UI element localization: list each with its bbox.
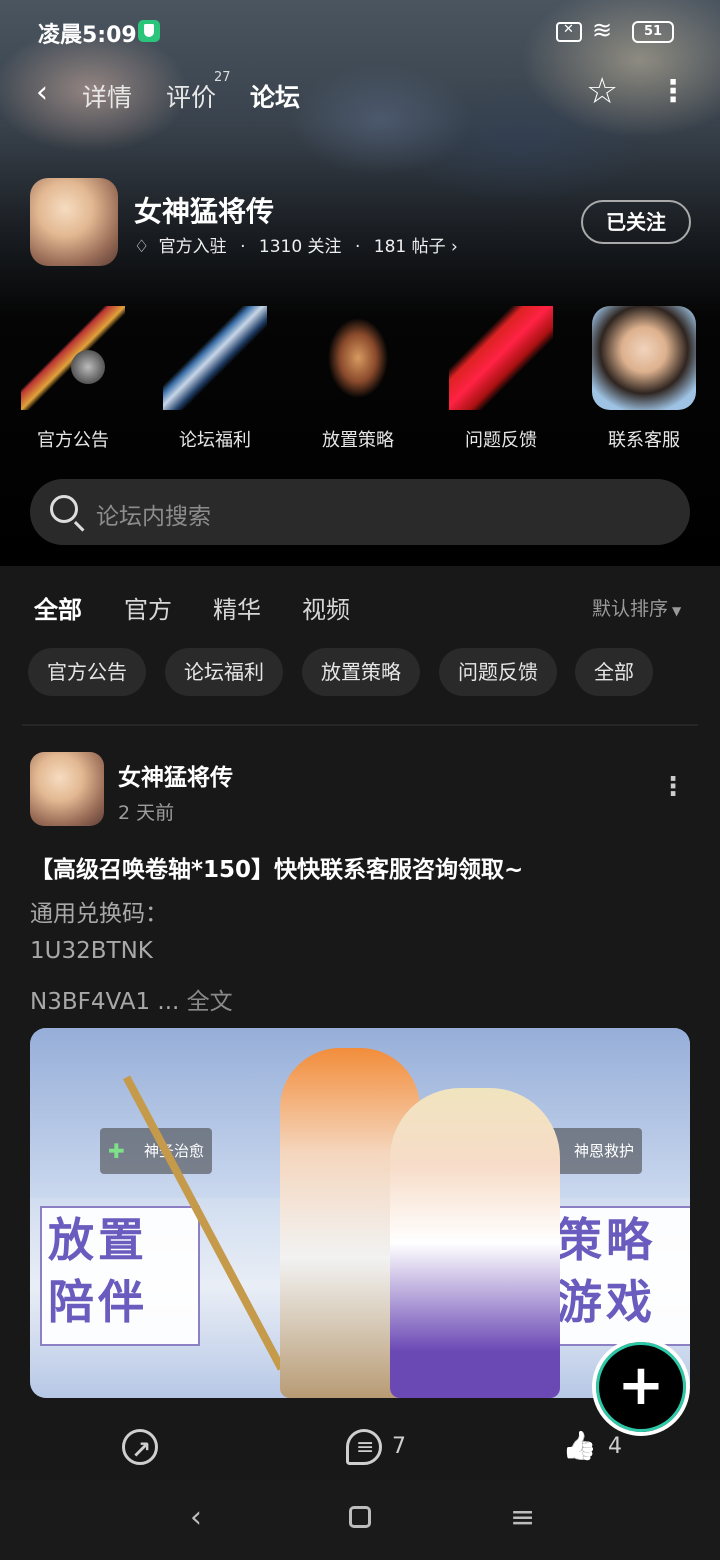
caret-down-icon: ▼ bbox=[672, 604, 682, 618]
chevron-right-icon: › bbox=[451, 237, 458, 257]
thumbs-up-icon bbox=[562, 1429, 598, 1465]
quick-link-feedback[interactable]: 问题反馈 bbox=[431, 306, 571, 452]
official-label: 官方入驻 bbox=[158, 237, 227, 257]
post-line: 通用兑换码： bbox=[30, 901, 168, 927]
post-time: 2 天前 bbox=[118, 802, 175, 824]
image-text-right-2: 游戏 bbox=[556, 1275, 656, 1329]
post-line: N3BF4VA1 ... 全文 bbox=[30, 989, 233, 1015]
chip-welfare[interactable]: 论坛福利 bbox=[165, 648, 283, 696]
battery-icon: 51 bbox=[632, 21, 674, 43]
divider bbox=[22, 724, 698, 726]
forum-search-bar[interactable]: 论坛内搜索 bbox=[30, 479, 690, 545]
filter-tab-official[interactable]: 官方 bbox=[124, 590, 172, 625]
tab-forum[interactable]: 论坛 bbox=[250, 78, 301, 120]
chip-announcements[interactable]: 官方公告 bbox=[28, 648, 146, 696]
chip-strategy[interactable]: 放置策略 bbox=[302, 648, 420, 696]
quick-links: 官方公告 论坛福利 放置策略 问题反馈 联系客服 bbox=[0, 306, 720, 456]
tab-reviews[interactable]: 评价 bbox=[166, 78, 216, 114]
wifi-icon: ≋ bbox=[592, 16, 613, 44]
comment-count: 7 bbox=[392, 1434, 406, 1459]
diamond-icon: ♢ bbox=[134, 237, 150, 257]
chip-all[interactable]: 全部 bbox=[575, 648, 653, 696]
filter-tab-featured[interactable]: 精华 bbox=[213, 590, 261, 625]
menu-icon[interactable]: ≡ bbox=[510, 1500, 535, 1535]
chevron-left-icon[interactable]: ‹ bbox=[36, 78, 48, 108]
quick-link-strategy[interactable]: 放置策略 bbox=[288, 306, 428, 452]
chip-feedback[interactable]: 问题反馈 bbox=[439, 648, 557, 696]
reviews-count-badge: 27 bbox=[214, 70, 231, 85]
game-icon[interactable] bbox=[30, 178, 118, 266]
top-navigation: ‹ 详情 评价 27 论坛 ☆ ⋮ bbox=[0, 64, 720, 126]
avatar[interactable] bbox=[30, 752, 104, 826]
status-time: 凌晨5:09 bbox=[38, 23, 137, 48]
game-meta[interactable]: ♢ 官方入驻 · 1310 关注 · 181 帖子 › bbox=[134, 232, 458, 257]
sort-dropdown[interactable]: 默认排序 ▼ bbox=[592, 594, 681, 621]
comment-icon bbox=[346, 1423, 382, 1473]
status-bar: 凌晨5:09 ≋ 51 bbox=[0, 0, 720, 64]
followers-count: 1310 关注 bbox=[258, 237, 342, 257]
security-shield-icon bbox=[138, 20, 160, 42]
gauntlet-icon bbox=[449, 306, 553, 410]
follow-button[interactable]: 已关注 bbox=[581, 200, 691, 244]
more-vertical-icon[interactable]: ⋮ bbox=[660, 774, 686, 800]
post-actions: 7 4 bbox=[0, 1422, 720, 1475]
game-info: 女神猛将传 ♢ 官方入驻 · 1310 关注 · 181 帖子 › 已关注 bbox=[30, 178, 691, 268]
quick-link-welfare[interactable]: 论坛福利 bbox=[145, 306, 285, 452]
like-button[interactable]: 4 bbox=[562, 1422, 622, 1472]
image-text-left-1: 放置 bbox=[48, 1213, 148, 1267]
category-chips: 官方公告 论坛福利 放置策略 问题反馈 全部 bbox=[0, 648, 720, 696]
star-icon[interactable]: ☆ bbox=[586, 72, 618, 112]
mace-icon bbox=[21, 306, 125, 410]
tab-details[interactable]: 详情 bbox=[82, 78, 132, 114]
filter-tabs: 全部 官方 精华 视频 默认排序 ▼ bbox=[0, 586, 720, 630]
search-icon bbox=[50, 495, 78, 523]
forum-header: 凌晨5:09 ≋ 51 ‹ 详情 评价 27 论坛 ☆ ⋮ 女神猛将传 ♢ 官方… bbox=[0, 0, 720, 566]
game-title: 女神猛将传 bbox=[134, 195, 275, 228]
quick-link-announcements[interactable]: 官方公告 bbox=[3, 306, 143, 452]
share-button[interactable] bbox=[122, 1422, 158, 1475]
post-image[interactable]: 放置 陪伴 策略 游戏 神圣治愈 神恩救护 bbox=[30, 1028, 690, 1398]
system-navigation-bar: ‹ ≡ bbox=[0, 1480, 720, 1560]
plus-icon: + bbox=[617, 1353, 665, 1418]
filter-tab-all[interactable]: 全部 bbox=[34, 590, 82, 627]
post-author[interactable]: 女神猛将传 bbox=[118, 758, 233, 792]
character-art-2 bbox=[390, 1088, 560, 1398]
image-text-right-1: 策略 bbox=[556, 1213, 656, 1267]
comment-button[interactable]: 7 bbox=[346, 1422, 406, 1473]
search-placeholder: 论坛内搜索 bbox=[96, 504, 211, 530]
no-sim-icon bbox=[556, 22, 582, 42]
image-text-left-2: 陪伴 bbox=[48, 1275, 148, 1329]
post-title[interactable]: 【高级召唤卷轴*150】快快联系客服咨询领取~ bbox=[30, 850, 523, 884]
more-vertical-icon[interactable]: ⋮ bbox=[658, 72, 688, 112]
like-count: 4 bbox=[608, 1434, 622, 1459]
post-line: 1U32BTNK bbox=[30, 938, 153, 964]
support-avatar-icon bbox=[592, 306, 696, 410]
armor-icon bbox=[306, 306, 410, 410]
axe-icon bbox=[163, 306, 267, 410]
home-icon[interactable] bbox=[349, 1506, 371, 1528]
full-text-link[interactable]: 全文 bbox=[187, 989, 233, 1015]
back-icon[interactable]: ‹ bbox=[190, 1500, 202, 1535]
share-icon bbox=[122, 1425, 158, 1475]
filter-tab-video[interactable]: 视频 bbox=[302, 590, 350, 625]
posts-count: 181 帖子 bbox=[373, 237, 446, 257]
quick-link-support[interactable]: 联系客服 bbox=[574, 306, 714, 452]
